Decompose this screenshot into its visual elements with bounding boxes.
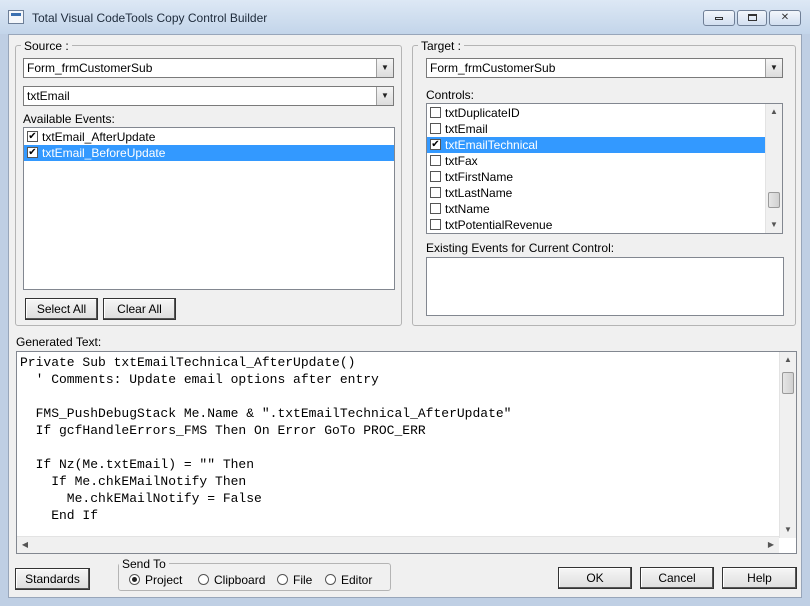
target-controls-list[interactable]: txtDuplicateID txtEmail ✔ txtEmailTechnical… bbox=[426, 103, 783, 234]
source-group-label: Source : bbox=[21, 39, 72, 53]
code-line: If gcfHandleErrors_FMS Then On Error GoT… bbox=[20, 422, 511, 439]
event-item[interactable]: ✔ txtEmail_BeforeUpdate bbox=[24, 145, 394, 161]
code-scroll-thumb[interactable] bbox=[782, 372, 794, 394]
checkbox[interactable] bbox=[430, 155, 441, 166]
event-item-label: txtEmail_AfterUpdate bbox=[42, 130, 155, 144]
send-to-project-label: Project bbox=[145, 572, 182, 588]
code-line: Private Sub txtEmailTechnical_AfterUpdat… bbox=[20, 354, 511, 371]
target-form-combo[interactable]: Form_frmCustomerSub ▼ bbox=[426, 58, 783, 78]
control-item[interactable]: txtFax bbox=[427, 153, 767, 169]
arrow-right-icon[interactable]: ▶ bbox=[763, 537, 779, 553]
radio-icon bbox=[198, 574, 209, 585]
control-item-label: txtFax bbox=[445, 154, 478, 168]
control-item[interactable]: txtFirstName bbox=[427, 169, 767, 185]
controls-scroll-thumb[interactable] bbox=[768, 192, 780, 208]
radio-icon bbox=[325, 574, 336, 585]
control-item[interactable]: ✔ txtEmailTechnical bbox=[427, 137, 767, 153]
code-line: Me.chkEMailNotify = False bbox=[20, 490, 511, 507]
code-hscrollbar[interactable]: ◀ ▶ bbox=[17, 536, 779, 553]
arrow-down-icon[interactable]: ▼ bbox=[780, 522, 796, 538]
checkbox[interactable]: ✔ bbox=[27, 147, 38, 158]
control-item[interactable]: txtPotentialRevenue bbox=[427, 217, 767, 233]
arrow-down-icon[interactable]: ▼ bbox=[766, 217, 782, 233]
close-button[interactable]: ✕ bbox=[769, 10, 801, 26]
code-line bbox=[20, 439, 511, 456]
control-item-label: txtLastName bbox=[445, 186, 512, 200]
radio-icon bbox=[277, 574, 288, 585]
code-line: FMS_PushDebugStack Me.Name & ".txtEmailT… bbox=[20, 405, 511, 422]
control-item-label: txtPotentialRevenue bbox=[445, 218, 552, 232]
control-item[interactable]: txtDuplicateID bbox=[427, 105, 767, 121]
control-item[interactable]: txtName bbox=[427, 201, 767, 217]
checkbox[interactable] bbox=[430, 123, 441, 134]
code-line: End If bbox=[20, 507, 511, 524]
existing-events-label: Existing Events for Current Control: bbox=[426, 241, 614, 255]
control-item[interactable]: txtEmail bbox=[427, 121, 767, 137]
arrow-up-icon[interactable]: ▲ bbox=[766, 104, 782, 120]
code-line bbox=[20, 388, 511, 405]
app-icon bbox=[8, 10, 24, 24]
help-button[interactable]: Help bbox=[722, 567, 797, 589]
radio-icon bbox=[129, 574, 140, 585]
control-item-label: txtName bbox=[445, 202, 490, 216]
control-item-label: txtFirstName bbox=[445, 170, 513, 184]
control-item-label: txtDuplicateID bbox=[445, 106, 520, 120]
controls-label: Controls: bbox=[426, 88, 474, 102]
chevron-down-icon[interactable]: ▼ bbox=[376, 59, 393, 77]
controls-scrollbar[interactable]: ▲ ▼ bbox=[765, 104, 782, 233]
checkbox[interactable] bbox=[430, 219, 441, 230]
maximize-button[interactable] bbox=[737, 10, 767, 26]
select-all-button[interactable]: Select All bbox=[25, 298, 98, 320]
code-line: If Me.chkEMailNotify Then bbox=[20, 473, 511, 490]
minimize-icon bbox=[715, 17, 723, 20]
code-line: ' Comments: Update email options after e… bbox=[20, 371, 511, 388]
control-item-label: txtEmailTechnical bbox=[445, 138, 538, 152]
checkbox[interactable] bbox=[430, 203, 441, 214]
available-events-list[interactable]: ✔ txtEmail_AfterUpdate ✔ txtEmail_BeforeUpd… bbox=[23, 127, 395, 290]
chevron-down-icon[interactable]: ▼ bbox=[376, 87, 393, 105]
window-title: Total Visual CodeTools Copy Control Buil… bbox=[32, 11, 267, 25]
ok-button[interactable]: OK bbox=[558, 567, 632, 589]
arrow-left-icon[interactable]: ◀ bbox=[17, 537, 33, 553]
title-bar: Total Visual CodeTools Copy Control Buil… bbox=[0, 0, 810, 34]
maximize-icon bbox=[748, 14, 757, 21]
checkbox[interactable]: ✔ bbox=[430, 139, 441, 150]
source-form-value: Form_frmCustomerSub bbox=[27, 61, 152, 75]
checkbox[interactable]: ✔ bbox=[27, 131, 38, 142]
source-control-combo[interactable]: txtEmail ▼ bbox=[23, 86, 394, 106]
generated-code[interactable]: Private Sub txtEmailTechnical_AfterUpdat… bbox=[20, 354, 511, 524]
standards-button[interactable]: Standards bbox=[15, 568, 90, 590]
send-to-editor-label: Editor bbox=[341, 572, 372, 588]
send-to-file-label: File bbox=[293, 572, 312, 588]
close-icon: ✕ bbox=[781, 12, 789, 23]
source-control-value: txtEmail bbox=[27, 89, 70, 103]
control-item[interactable]: txtLastName bbox=[427, 185, 767, 201]
target-group-label: Target : bbox=[418, 39, 464, 53]
event-item-label: txtEmail_BeforeUpdate bbox=[42, 146, 165, 160]
code-line: If Nz(Me.txtEmail) = "" Then bbox=[20, 456, 511, 473]
arrow-up-icon[interactable]: ▲ bbox=[780, 352, 796, 368]
source-form-combo[interactable]: Form_frmCustomerSub ▼ bbox=[23, 58, 394, 78]
checkbox[interactable] bbox=[430, 107, 441, 118]
dialog-body: Source : Form_frmCustomerSub ▼ txtEmail … bbox=[8, 34, 802, 598]
generated-text-box[interactable]: Private Sub txtEmailTechnical_AfterUpdat… bbox=[16, 351, 797, 554]
control-item-label: txtEmail bbox=[445, 122, 488, 136]
event-item[interactable]: ✔ txtEmail_AfterUpdate bbox=[24, 129, 394, 145]
send-to-label: Send To bbox=[119, 557, 169, 571]
checkbox[interactable] bbox=[430, 187, 441, 198]
generated-text-label: Generated Text: bbox=[16, 335, 101, 349]
checkbox[interactable] bbox=[430, 171, 441, 182]
available-events-label: Available Events: bbox=[23, 112, 115, 126]
cancel-button[interactable]: Cancel bbox=[640, 567, 714, 589]
existing-events-box[interactable] bbox=[426, 257, 784, 316]
code-vscrollbar[interactable]: ▲ ▼ bbox=[779, 352, 796, 538]
chevron-down-icon[interactable]: ▼ bbox=[765, 59, 782, 77]
send-to-clipboard-label: Clipboard bbox=[214, 572, 265, 588]
minimize-button[interactable] bbox=[703, 10, 735, 26]
clear-all-button[interactable]: Clear All bbox=[103, 298, 176, 320]
target-form-value: Form_frmCustomerSub bbox=[430, 61, 555, 75]
